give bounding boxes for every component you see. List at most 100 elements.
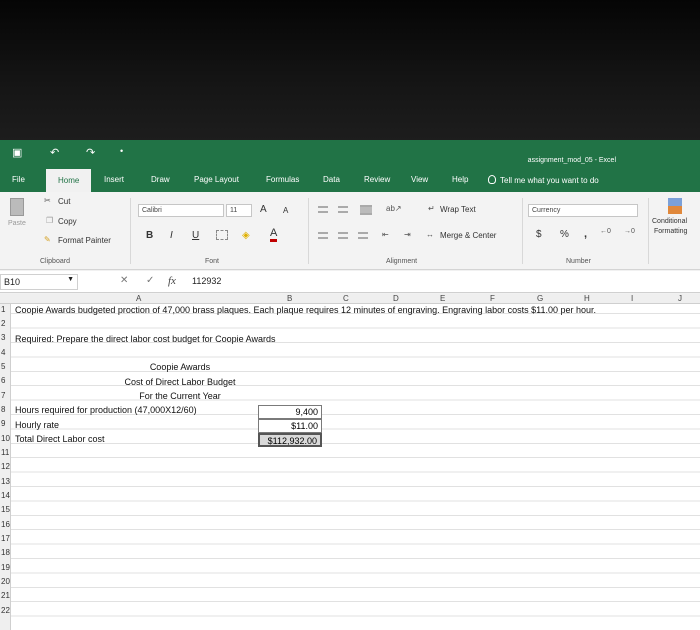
- shrink-font-button[interactable]: A: [283, 206, 288, 215]
- tab-home[interactable]: Home: [46, 169, 92, 193]
- align-top-icon[interactable]: [318, 206, 328, 213]
- worksheet-grid[interactable]: A B C D E F G H I J 1 2 3 4 5 6 7 8 9 10…: [0, 294, 700, 630]
- tab-help[interactable]: Help: [452, 175, 468, 184]
- row-header[interactable]: 4: [1, 348, 5, 357]
- align-middle-icon[interactable]: [338, 206, 348, 213]
- align-bottom-icon[interactable]: [360, 205, 372, 215]
- bold-button[interactable]: B: [146, 230, 153, 241]
- align-right-icon[interactable]: [358, 232, 368, 239]
- increase-decimal-icon[interactable]: ←0: [600, 228, 611, 235]
- cell-a6[interactable]: Cost of Direct Labor Budget: [90, 377, 270, 387]
- conditional-formatting-button[interactable]: Conditional: [652, 218, 687, 225]
- grow-font-button[interactable]: A: [260, 204, 267, 215]
- font-name-box[interactable]: Calibri: [138, 204, 224, 217]
- cell-b8[interactable]: 9,400: [258, 405, 322, 419]
- cut-button[interactable]: Cut: [58, 197, 70, 206]
- cell-a7[interactable]: For the Current Year: [90, 391, 270, 401]
- cell-a10[interactable]: Total Direct Labor cost: [15, 434, 105, 444]
- percent-style-button[interactable]: %: [560, 229, 569, 240]
- underline-button[interactable]: U: [192, 230, 199, 241]
- row-header[interactable]: 12: [1, 462, 10, 471]
- tab-file[interactable]: File: [12, 175, 25, 184]
- redo-icon[interactable]: ↷: [86, 146, 95, 159]
- undo-icon[interactable]: ↶: [50, 146, 59, 159]
- column-header[interactable]: D: [393, 294, 399, 303]
- orientation-icon[interactable]: ab↗: [386, 204, 402, 213]
- copy-button[interactable]: Copy: [58, 217, 77, 226]
- cell-b10-selected[interactable]: $112,932.00: [258, 433, 322, 447]
- tab-view[interactable]: View: [411, 175, 428, 184]
- tab-page-layout[interactable]: Page Layout: [194, 175, 239, 184]
- row-header[interactable]: 14: [1, 491, 10, 500]
- column-header[interactable]: F: [490, 294, 495, 303]
- row-header[interactable]: 5: [1, 362, 5, 371]
- row-header[interactable]: 19: [1, 563, 10, 572]
- formula-input[interactable]: 112932: [192, 276, 221, 286]
- cell-a5[interactable]: Coopie Awards: [100, 362, 260, 372]
- tab-review[interactable]: Review: [364, 175, 390, 184]
- quick-access-dropdown-icon[interactable]: •: [120, 146, 123, 156]
- row-header[interactable]: 21: [1, 591, 10, 600]
- column-header[interactable]: I: [631, 294, 633, 303]
- column-header[interactable]: J: [678, 294, 682, 303]
- cell-a9[interactable]: Hourly rate: [15, 420, 59, 430]
- tab-data[interactable]: Data: [323, 175, 340, 184]
- row-header[interactable]: 22: [1, 606, 10, 615]
- row-header[interactable]: 7: [1, 391, 5, 400]
- chevron-down-icon[interactable]: ▼: [67, 276, 74, 283]
- format-painter-button[interactable]: Format Painter: [58, 236, 111, 245]
- column-header[interactable]: G: [537, 294, 543, 303]
- row-header[interactable]: 20: [1, 577, 10, 586]
- column-header[interactable]: E: [440, 294, 445, 303]
- accounting-format-button[interactable]: $: [536, 229, 542, 240]
- row-header[interactable]: 13: [1, 477, 10, 486]
- save-icon[interactable]: ▣: [12, 146, 22, 159]
- decrease-indent-icon[interactable]: ⇤: [382, 230, 389, 239]
- cell-a8[interactable]: Hours required for production (47,000X12…: [15, 405, 197, 415]
- font-size-box[interactable]: 11: [226, 204, 252, 217]
- comma-style-button[interactable]: ,: [584, 228, 587, 240]
- row-header[interactable]: 3: [1, 333, 5, 342]
- number-format-box[interactable]: Currency: [528, 204, 638, 217]
- merge-center-button[interactable]: Merge & Center: [440, 231, 496, 240]
- row-header[interactable]: 18: [1, 548, 10, 557]
- insert-function-button[interactable]: fx: [168, 275, 176, 287]
- row-header[interactable]: 8: [1, 405, 5, 414]
- divider: [648, 198, 649, 264]
- conditional-formatting-icon[interactable]: [668, 198, 682, 214]
- row-header[interactable]: 6: [1, 376, 5, 385]
- tell-me-box[interactable]: Tell me what you want to do: [488, 175, 599, 185]
- decrease-decimal-icon[interactable]: →0: [624, 228, 635, 235]
- increase-indent-icon[interactable]: ⇥: [404, 230, 411, 239]
- cell-b9[interactable]: $11.00: [258, 419, 322, 433]
- row-header[interactable]: 16: [1, 520, 10, 529]
- name-box[interactable]: B10 ▼: [0, 274, 78, 290]
- paste-button[interactable]: Paste: [8, 220, 26, 227]
- cell-a3[interactable]: Required: Prepare the direct labor cost …: [15, 334, 276, 344]
- paste-icon[interactable]: [10, 198, 24, 216]
- font-color-button[interactable]: A: [270, 228, 278, 242]
- column-header[interactable]: B: [287, 294, 292, 303]
- enter-icon[interactable]: ✓: [146, 275, 154, 286]
- align-center-icon[interactable]: [338, 232, 348, 239]
- tab-formulas[interactable]: Formulas: [266, 175, 299, 184]
- row-header[interactable]: 11: [1, 448, 9, 457]
- column-header[interactable]: H: [584, 294, 590, 303]
- italic-button[interactable]: I: [170, 230, 173, 241]
- row-header[interactable]: 17: [1, 534, 10, 543]
- row-header[interactable]: 15: [1, 505, 10, 514]
- row-header[interactable]: 9: [1, 419, 5, 428]
- tab-draw[interactable]: Draw: [151, 175, 170, 184]
- tab-insert[interactable]: Insert: [104, 175, 124, 184]
- align-left-icon[interactable]: [318, 232, 328, 239]
- fill-color-icon[interactable]: ◈: [242, 230, 250, 241]
- wrap-text-button[interactable]: Wrap Text: [440, 205, 476, 214]
- row-header[interactable]: 1: [1, 305, 5, 314]
- row-header[interactable]: 2: [1, 319, 5, 328]
- column-header[interactable]: C: [343, 294, 349, 303]
- cell-a1[interactable]: Coopie Awards budgeted proction of 47,00…: [15, 305, 596, 315]
- borders-icon[interactable]: [216, 230, 228, 240]
- cancel-icon[interactable]: ✕: [120, 275, 128, 286]
- row-header[interactable]: 10: [1, 434, 10, 443]
- column-header[interactable]: A: [136, 294, 141, 303]
